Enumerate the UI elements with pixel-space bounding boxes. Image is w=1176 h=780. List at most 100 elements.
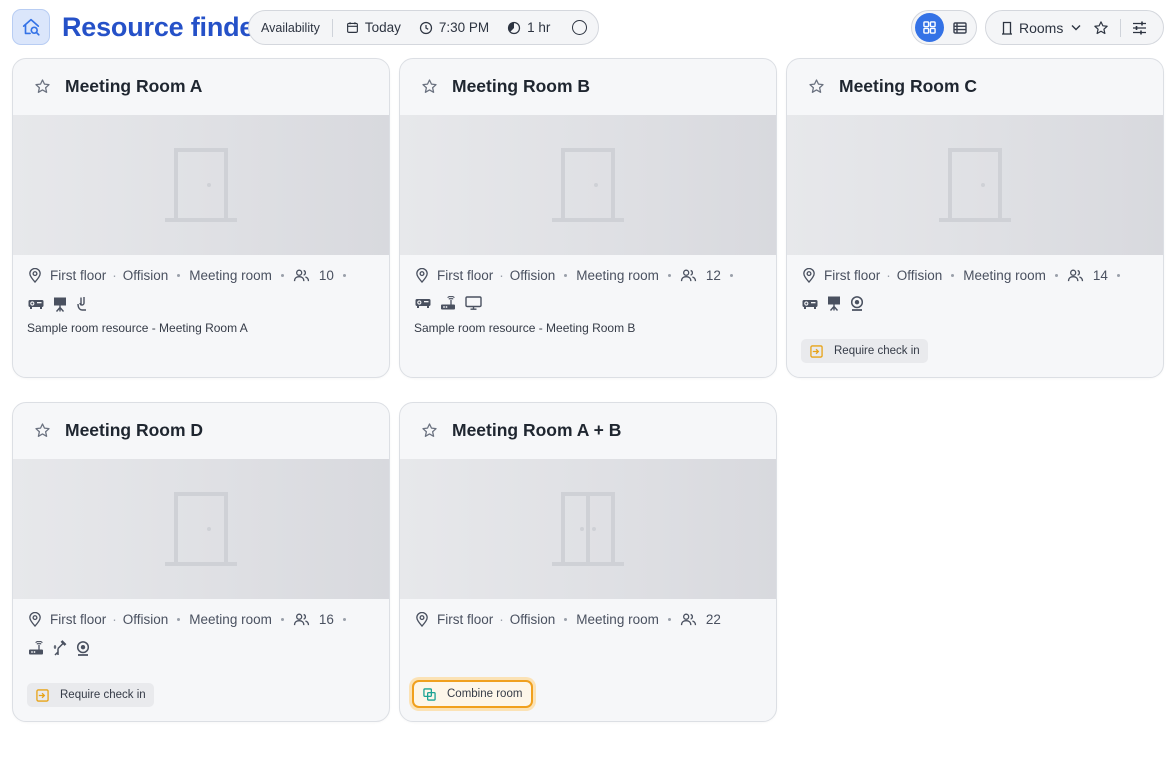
room-building: Offision bbox=[122, 268, 169, 283]
meta-dot bbox=[342, 274, 346, 277]
tag-label: Combine room bbox=[447, 688, 523, 700]
amenities-row bbox=[28, 640, 99, 656]
room-floor: First floor bbox=[824, 268, 881, 283]
meta-separator: · bbox=[112, 612, 117, 627]
tag-label: Require check in bbox=[834, 345, 920, 357]
room-image-placeholder bbox=[400, 115, 776, 255]
room-type: Meeting room bbox=[189, 612, 272, 627]
amenities-row bbox=[28, 296, 97, 312]
checkin-icon bbox=[810, 344, 829, 358]
room-description: Sample room resource - Meeting Room B bbox=[414, 321, 636, 335]
room-building: Offision bbox=[509, 612, 556, 627]
mic-stand-icon bbox=[53, 640, 67, 656]
projector-icon bbox=[415, 297, 431, 309]
amenities-row bbox=[802, 296, 873, 311]
view-mode-toggle bbox=[911, 10, 977, 45]
grid-view-button[interactable] bbox=[915, 13, 944, 42]
room-image-placeholder bbox=[400, 459, 776, 599]
duration-selector[interactable]: 1 hr bbox=[507, 11, 550, 44]
favorites-filter-button[interactable] bbox=[1093, 20, 1109, 36]
app-logo[interactable] bbox=[12, 9, 50, 45]
people-icon bbox=[680, 269, 697, 282]
door-icon bbox=[939, 148, 1011, 222]
time-selector[interactable]: 7:30 PM bbox=[419, 11, 489, 44]
room-capacity: 12 bbox=[705, 268, 721, 283]
room-card-2[interactable]: Meeting Room B First floor · Offision Me… bbox=[399, 58, 777, 378]
date-selector[interactable]: Today bbox=[346, 11, 401, 44]
room-card-3[interactable]: Meeting Room C First floor · Offision Me… bbox=[786, 58, 1164, 378]
meta-dot bbox=[1054, 274, 1058, 277]
resource-type-label: Rooms bbox=[1019, 19, 1064, 36]
room-image-placeholder bbox=[787, 115, 1163, 255]
people-icon bbox=[293, 613, 310, 626]
people-icon bbox=[293, 269, 310, 282]
room-type: Meeting room bbox=[576, 268, 659, 283]
room-floor: First floor bbox=[50, 612, 107, 627]
resource-type-dropdown[interactable]: Rooms bbox=[986, 11, 1081, 44]
room-capacity: 16 bbox=[318, 612, 334, 627]
room-meta: First floor · Offision Meeting room 22 bbox=[415, 612, 721, 627]
room-type: Meeting room bbox=[963, 268, 1046, 283]
availability-filter-bar: Availability Today 7:30 PM 1 hr bbox=[248, 10, 599, 45]
star-outline-icon bbox=[809, 79, 824, 93]
router-icon bbox=[440, 296, 456, 310]
webcam-icon bbox=[76, 640, 90, 656]
resource-search-icon bbox=[22, 18, 40, 36]
star-outline-icon bbox=[35, 79, 50, 93]
availability-status-toggle[interactable] bbox=[572, 11, 588, 44]
meta-separator: · bbox=[499, 612, 504, 627]
favorite-star-button[interactable] bbox=[34, 78, 51, 100]
location-pin-icon bbox=[415, 612, 429, 627]
list-view-button[interactable] bbox=[945, 13, 974, 42]
meta-dot bbox=[280, 618, 284, 621]
calendar-icon bbox=[346, 22, 358, 33]
require-check-in-badge: Require check in bbox=[801, 339, 928, 363]
room-floor: First floor bbox=[50, 268, 107, 283]
amenities-row bbox=[415, 296, 491, 310]
meta-dot bbox=[951, 274, 955, 277]
people-icon bbox=[680, 613, 697, 626]
card-header: Meeting Room C bbox=[787, 59, 1163, 115]
meta-dot bbox=[1116, 274, 1120, 277]
grid-icon bbox=[923, 21, 936, 34]
tag-label: Require check in bbox=[60, 689, 146, 701]
favorite-star-button[interactable] bbox=[421, 422, 438, 444]
favorite-star-button[interactable] bbox=[808, 78, 825, 100]
double-door-icon bbox=[552, 492, 624, 566]
whiteboard-icon bbox=[53, 297, 67, 312]
room-meta: First floor · Offision Meeting room 16 bbox=[28, 612, 355, 627]
room-card-4[interactable]: Meeting Room D First floor · Offision Me… bbox=[12, 402, 390, 722]
room-card-1[interactable]: Meeting Room A First floor · Offision Me… bbox=[12, 58, 390, 378]
card-header: Meeting Room D bbox=[13, 403, 389, 459]
room-name: Meeting Room A bbox=[65, 76, 203, 96]
door-icon bbox=[552, 148, 624, 222]
time-value: 7:30 PM bbox=[438, 20, 490, 35]
meta-dot bbox=[564, 618, 568, 621]
room-building: Offision bbox=[896, 268, 943, 283]
room-capacity: 10 bbox=[318, 268, 334, 283]
people-icon bbox=[1067, 269, 1084, 282]
favorite-star-button[interactable] bbox=[421, 78, 438, 100]
door-icon bbox=[165, 492, 237, 566]
room-card-5[interactable]: Meeting Room A + B First floor · Offisio… bbox=[399, 402, 777, 722]
monitor-icon bbox=[465, 296, 482, 310]
meta-dot bbox=[177, 274, 181, 277]
microphone-icon bbox=[76, 296, 88, 312]
date-value: Today bbox=[364, 20, 401, 35]
card-header: Meeting Room A + B bbox=[400, 403, 776, 459]
filter-settings-button[interactable] bbox=[1132, 21, 1147, 35]
duration-icon bbox=[508, 21, 521, 34]
room-building: Offision bbox=[509, 268, 556, 283]
availability-toggle[interactable]: Availability bbox=[249, 11, 332, 44]
location-pin-icon bbox=[28, 268, 42, 283]
combine-icon bbox=[423, 687, 442, 701]
star-outline-icon bbox=[422, 423, 437, 437]
room-capacity: 22 bbox=[705, 612, 721, 627]
page-title: Resource finder bbox=[62, 12, 265, 42]
filter-divider bbox=[331, 18, 333, 37]
combine-room-button[interactable]: Combine room bbox=[412, 680, 534, 708]
room-type: Meeting room bbox=[189, 268, 272, 283]
controls-divider bbox=[1120, 18, 1122, 37]
clock-icon bbox=[419, 21, 432, 34]
favorite-star-button[interactable] bbox=[34, 422, 51, 444]
